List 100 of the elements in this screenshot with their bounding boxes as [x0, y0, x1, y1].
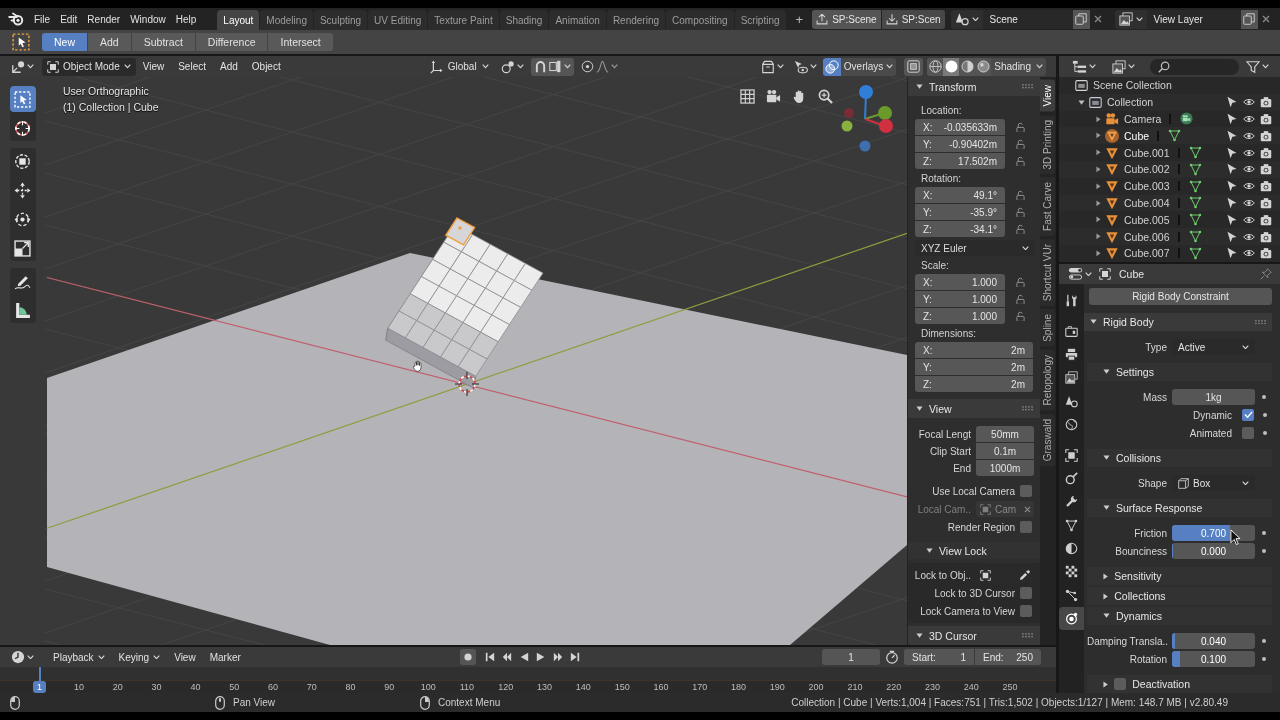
- eyedropper-icon[interactable]: [1019, 569, 1030, 581]
- camera-icon[interactable]: [1260, 247, 1272, 260]
- outliner-item[interactable]: Cube.001: [1124, 146, 1170, 159]
- scene-sync-button[interactable]: SP:Scene: [812, 9, 881, 29]
- start-frame-field[interactable]: Start: 1: [904, 649, 974, 665]
- menu-item[interactable]: Help: [170, 9, 202, 29]
- slider-field[interactable]: 0.000: [1172, 543, 1255, 559]
- pointer-arrow-icon[interactable]: [1226, 146, 1238, 159]
- camera-icon[interactable]: [1260, 196, 1272, 209]
- outliner-item[interactable]: Cube: [1124, 129, 1150, 142]
- view-layer-selector-button[interactable]: [1114, 9, 1147, 29]
- workspace-tab[interactable]: Layout: [217, 10, 260, 30]
- dropdown[interactable]: Active: [1172, 339, 1255, 355]
- padlock-icon[interactable]: [1016, 138, 1025, 150]
- slider-field[interactable]: 0.700: [1172, 525, 1255, 541]
- camera-icon[interactable]: [1260, 163, 1272, 176]
- disclosure-triangle-icon[interactable]: [1096, 115, 1101, 123]
- number-field[interactable]: 50mm: [976, 426, 1034, 442]
- padlock-icon[interactable]: [1016, 276, 1025, 288]
- sidebar-tab[interactable]: Shortcut VUr: [1040, 238, 1055, 307]
- menu-item[interactable]: Add: [213, 56, 245, 77]
- number-field[interactable]: Z: 17.502m: [915, 153, 1005, 169]
- eye-icon[interactable]: [1243, 113, 1255, 125]
- menu-item[interactable]: View: [135, 56, 172, 77]
- pointer-arrow-icon[interactable]: [1226, 196, 1238, 209]
- number-field[interactable]: Z: 1.000: [915, 308, 1005, 324]
- pointer-arrow-icon[interactable]: [1226, 247, 1238, 260]
- keyframe-dot-icon[interactable]: [1262, 395, 1266, 399]
- padlock-icon[interactable]: [1016, 293, 1025, 305]
- number-field[interactable]: Z: 2m: [915, 376, 1033, 392]
- mode-button[interactable]: Subtract: [131, 33, 195, 51]
- padlock-icon[interactable]: [1016, 155, 1025, 167]
- number-field[interactable]: 1kg: [1172, 389, 1255, 405]
- outliner-item[interactable]: Scene Collection: [1093, 79, 1172, 92]
- pointer-arrow-icon[interactable]: [1226, 230, 1238, 243]
- disclosure-triangle-icon[interactable]: [1103, 505, 1110, 511]
- camera-icon[interactable]: [1260, 146, 1272, 159]
- menu-item[interactable]: Keying: [112, 647, 167, 667]
- workspace-tab[interactable]: Sculpting: [313, 10, 368, 30]
- triangle-vertices-icon[interactable]: [1188, 196, 1202, 210]
- keyframe-dot-icon[interactable]: [1262, 657, 1266, 661]
- disclosure-triangle-icon[interactable]: [916, 632, 923, 639]
- disclosure-triangle-icon[interactable]: [1103, 455, 1110, 461]
- disclosure-triangle-icon[interactable]: [926, 547, 933, 554]
- disclosure-triangle-icon[interactable]: [1103, 592, 1109, 600]
- disclosure-triangle-icon[interactable]: [1096, 132, 1101, 140]
- drag-grip-icon[interactable]: [1255, 319, 1266, 325]
- padlock-icon[interactable]: [1016, 223, 1025, 235]
- menu-item[interactable]: Playback: [47, 647, 111, 667]
- camera-icon[interactable]: [1260, 113, 1272, 125]
- number-field[interactable]: Y: -0.90402m: [915, 136, 1005, 152]
- shading-mode-button[interactable]: [943, 57, 960, 76]
- checkbox[interactable]: [1242, 409, 1254, 421]
- playhead-line[interactable]: [38, 667, 41, 681]
- checkbox[interactable]: [1242, 427, 1254, 439]
- triangle-vertices-icon[interactable]: [1188, 179, 1202, 193]
- sidebar-tab[interactable]: 3D Printing: [1040, 114, 1055, 174]
- disclosure-triangle-icon[interactable]: [1103, 613, 1110, 619]
- slider-field[interactable]: 0.100: [1172, 651, 1255, 667]
- number-field[interactable]: Y: -35.9°: [915, 204, 1005, 220]
- pointer-arrow-icon[interactable]: [1226, 180, 1238, 193]
- playhead-frame[interactable]: 1: [33, 681, 46, 693]
- disclosure-triangle-icon[interactable]: [1096, 250, 1101, 257]
- padlock-icon[interactable]: [1016, 206, 1025, 218]
- add-workspace-button[interactable]: +: [789, 9, 810, 29]
- menu-item[interactable]: Render: [82, 9, 126, 29]
- number-field[interactable]: X: 2m: [915, 342, 1033, 358]
- triangle-vertices-icon[interactable]: [1168, 129, 1182, 143]
- overlays-dropdown[interactable]: Overlays: [840, 57, 897, 76]
- workspace-tab[interactable]: Modeling: [260, 10, 313, 30]
- disclosure-triangle-icon[interactable]: [916, 405, 923, 412]
- sidebar-tab[interactable]: Retopology: [1040, 349, 1055, 411]
- number-field[interactable]: 1000m: [976, 460, 1034, 476]
- disclosure-triangle-icon[interactable]: [1103, 369, 1110, 375]
- workspace-tab[interactable]: Compositing: [666, 10, 734, 30]
- checkbox[interactable]: [1020, 587, 1032, 599]
- disclosure-triangle-icon[interactable]: [1096, 182, 1101, 190]
- editor-type-button[interactable]: [1067, 265, 1093, 283]
- triangle-vertices-icon[interactable]: [1188, 230, 1202, 244]
- workspace-tab[interactable]: Scripting: [734, 10, 786, 30]
- drag-grip-icon[interactable]: [1022, 84, 1033, 89]
- padlock-icon[interactable]: [1016, 121, 1025, 133]
- outliner-item[interactable]: Cube.003: [1124, 180, 1170, 193]
- orientation-dropdown[interactable]: Global: [425, 57, 492, 76]
- overlays-toggle[interactable]: [822, 57, 841, 76]
- outliner-item[interactable]: Cube.006: [1124, 230, 1170, 243]
- menu-item[interactable]: Window: [125, 9, 171, 29]
- outliner-item[interactable]: Cube.007: [1124, 247, 1170, 260]
- pointer-arrow-icon[interactable]: [1226, 96, 1238, 109]
- auto-keying-button[interactable]: [460, 649, 476, 665]
- sidebar-tab[interactable]: Spline: [1040, 309, 1055, 347]
- menu-item[interactable]: Object: [244, 56, 288, 77]
- scene-selector-button[interactable]: [950, 9, 983, 29]
- properties-tab[interactable]: [1059, 607, 1084, 631]
- end-frame-field[interactable]: End: 250: [975, 649, 1041, 665]
- workspace-tab[interactable]: Animation: [549, 10, 606, 30]
- mode-dropdown[interactable]: Object Mode: [42, 57, 136, 76]
- app-logo-icon[interactable]: [8, 12, 24, 26]
- rotation-mode-dropdown[interactable]: XYZ Euler: [915, 240, 1035, 256]
- number-field[interactable]: 0.1m: [976, 443, 1034, 459]
